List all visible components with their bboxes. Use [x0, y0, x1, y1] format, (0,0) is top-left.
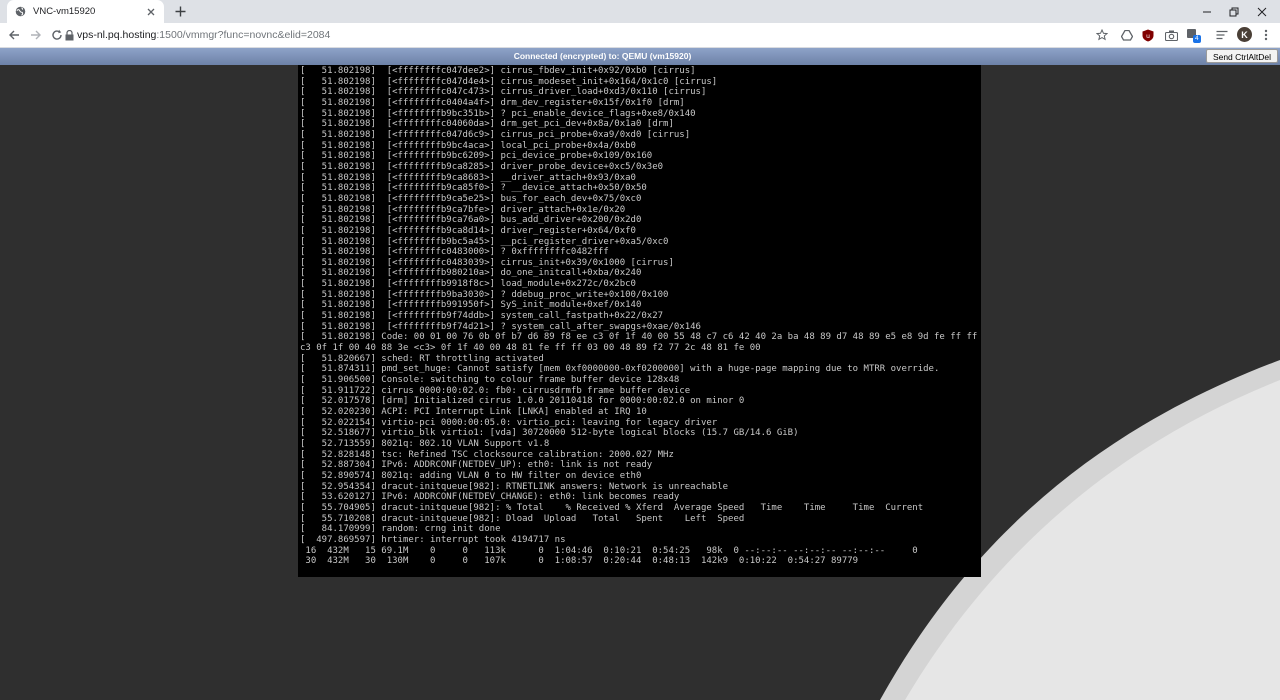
tab-title: VNC-vm15920	[33, 6, 96, 17]
console-line: [ 55.710208] dracut-initqueue[982]: Dloa…	[300, 513, 745, 524]
window-close-icon	[1257, 7, 1267, 16]
console-line: [ 52.017578] [drm] Initialized cirrus 1.…	[300, 396, 745, 407]
browser-toolbar: vps-nl.pq.hosting:1500/vmmgr?func=novnc&…	[0, 23, 1280, 48]
reading-list-icon	[1216, 30, 1228, 40]
console-line: [ 51.802198] [<ffffffffb9ba3030>] ? ddeb…	[300, 289, 669, 300]
console-line: c3 0f 1f 00 40 88 3e <c3> 0f 1f 40 00 48…	[300, 343, 761, 354]
console-line: [ 51.802198] [<ffffffffc047d4e4>] cirrus…	[300, 76, 718, 87]
console-line: [ 52.713559] 8021q: 802.1Q VLAN Support …	[300, 438, 550, 449]
close-icon[interactable]	[144, 5, 158, 19]
url-path: :1500/vmmgr?func=novnc&elid=2084	[156, 29, 331, 41]
console-line: [ 51.802198] [<ffffffffc0404a4f>] drm_de…	[300, 97, 685, 108]
console-line: [ 51.802198] [<ffffffffc047d6c9>] cirrus…	[300, 129, 691, 140]
console-line: [ 51.802198] [<ffffffffc047dee2>] cirrus…	[300, 66, 696, 76]
console-line: [ 51.802198] [<ffffffffb9f74ddb>] system…	[300, 311, 664, 322]
console-line: [ 51.802198] [<ffffffffb9ca85f0>] ? __de…	[300, 183, 647, 194]
console-line: [ 51.906500] Console: switching to colou…	[300, 375, 680, 386]
browser-tab[interactable]: VNC-vm15920	[7, 0, 164, 23]
more-vert-icon	[1264, 29, 1268, 41]
console-line: 30 432M 30 130M 0 0 107k 0 1:08:57 0:20:…	[300, 556, 859, 567]
url-host: vps-nl.pq.hosting	[77, 29, 157, 41]
address-bar[interactable]: vps-nl.pq.hosting:1500/vmmgr?func=novnc&…	[77, 26, 330, 44]
vnc-connection-status: Connected (encrypted) to: QEMU (vm15920)	[513, 51, 692, 61]
console-line: [ 52.518677] virtio_blk virtio1: [vda] 3…	[300, 428, 799, 439]
console-line: [ 53.620127] IPv6: ADDRCONF(NETDEV_CHANG…	[300, 492, 680, 503]
extension-with-badge[interactable]: 4	[1184, 26, 1202, 44]
console-line: [ 52.890574] 8021q: adding VLAN 0 to HW …	[300, 470, 642, 481]
console-line: [ 52.022154] virtio-pci 0000:00:05.0: vi…	[300, 417, 718, 428]
lock-icon[interactable]	[60, 26, 78, 44]
console-line: [ 51.802198] [<ffffffffc047c473>] cirrus…	[300, 87, 707, 98]
console-line: [ 51.802198] [<ffffffffb9bc4aca>] local_…	[300, 140, 636, 151]
forward-arrow-icon	[31, 30, 41, 40]
minimize-icon	[1203, 11, 1211, 12]
back-arrow-icon	[9, 30, 19, 40]
console-line: [ 51.802198] [<ffffffffb9bc5a45>] __pci_…	[300, 236, 669, 247]
console-line: [ 51.802198] [<ffffffffb9bc6209>] pci_de…	[300, 151, 653, 162]
console-line: [ 497.869597] hrtimer: interrupt took 41…	[300, 534, 566, 545]
console-line: [ 51.802198] [<ffffffffb9918f8c>] load_m…	[300, 279, 636, 290]
console-line: [ 51.802198] [<ffffffffc04060da>] drm_ge…	[300, 119, 674, 130]
console-line: [ 52.020230] ACPI: PCI Interrupt Link [L…	[300, 407, 647, 417]
back-button[interactable]	[5, 26, 23, 44]
chrome-menu-button[interactable]	[1257, 26, 1275, 44]
console-line: [ 52.828148] tsc: Refined TSC clocksourc…	[300, 449, 674, 460]
console-line: [ 51.802198] [<ffffffffb9f74d21>] ? syst…	[300, 321, 701, 332]
console-line: [ 51.802198] [<ffffffffb9bc351b>] ? pci_…	[300, 108, 696, 119]
console-output: [ 51.802198] [<ffffffffc047dee2>] cirrus…	[298, 65, 981, 567]
console-line: [ 55.704905] dracut-initqueue[982]: % To…	[300, 502, 924, 513]
console-line: [ 51.820667] sched: RT throttling activa…	[300, 353, 544, 364]
console-line: [ 51.802198] [<ffffffffb9ca76a0>] bus_ad…	[300, 215, 642, 226]
bookmark-star-button[interactable]	[1093, 26, 1111, 44]
ublock-extension[interactable]: u	[1139, 26, 1157, 44]
console-line: [ 51.802198] [<ffffffffb9ca7bfe>] driver…	[300, 204, 626, 215]
drive-extension[interactable]	[1118, 26, 1136, 44]
profile-avatar[interactable]: K	[1237, 27, 1252, 42]
console-line: [ 51.802198] [<ffffffffc0483000>] ? 0xff…	[300, 247, 609, 258]
console-line: [ 51.802198] [<ffffffffb9ca5e25>] bus_fo…	[300, 193, 642, 204]
globe-icon	[14, 6, 26, 18]
ublock-icon: u	[1142, 29, 1154, 41]
forward-button[interactable]	[27, 26, 45, 44]
console-line: [ 51.802198] [<ffffffffb980210a>] do_one…	[300, 268, 642, 279]
reading-list-button[interactable]	[1213, 26, 1231, 44]
console-line: [ 84.170999] random: crng init done	[300, 524, 501, 535]
drive-icon	[1121, 29, 1133, 41]
window-close-button[interactable]	[1244, 0, 1280, 23]
console-line: 16 432M 15 69.1M 0 0 113k 0 1:04:46 0:10…	[300, 545, 918, 556]
console-line: [ 52.887304] IPv6: ADDRCONF(NETDEV_UP): …	[300, 460, 653, 471]
console-line: [ 51.802198] [<ffffffffb9ca8683>] __driv…	[300, 172, 636, 183]
console-line: [ 52.954354] dracut-initqueue[982]: RTNE…	[300, 481, 729, 492]
tab-strip: VNC-vm15920	[0, 0, 1280, 23]
extension-badge: 4	[1193, 35, 1201, 43]
plus-icon	[175, 6, 185, 17]
screenshot-extension[interactable]	[1162, 26, 1180, 44]
console-line: [ 51.802198] [<ffffffffc0483039>] cirrus…	[300, 257, 674, 268]
vnc-console-screen[interactable]: [ 51.802198] [<ffffffffc047dee2>] cirrus…	[298, 65, 981, 577]
restore-icon	[1229, 7, 1239, 16]
send-ctrl-alt-del-button[interactable]: Send CtrlAltDel	[1206, 49, 1278, 63]
console-line: [ 51.802198] [<ffffffffb991950f>] SyS_in…	[300, 300, 642, 311]
console-line: [ 51.911722] cirrus 0000:00:02.0: fb0: c…	[300, 385, 691, 396]
console-line: [ 51.802198] [<ffffffffb9ca8285>] driver…	[300, 161, 664, 172]
star-icon	[1096, 29, 1108, 41]
new-tab-button[interactable]	[171, 3, 189, 20]
svg-text:u: u	[1146, 33, 1150, 40]
console-line: [ 51.802198] [<ffffffffb9ca8d14>] driver…	[300, 225, 636, 236]
vnc-status-bar: Connected (encrypted) to: QEMU (vm15920)…	[0, 48, 1280, 65]
console-line: [ 51.874311] pmd_set_huge: Cannot satisf…	[300, 364, 940, 375]
camera-icon	[1164, 30, 1178, 41]
console-line: [ 51.802198] Code: 00 01 00 76 0b 0f b7 …	[300, 332, 981, 343]
